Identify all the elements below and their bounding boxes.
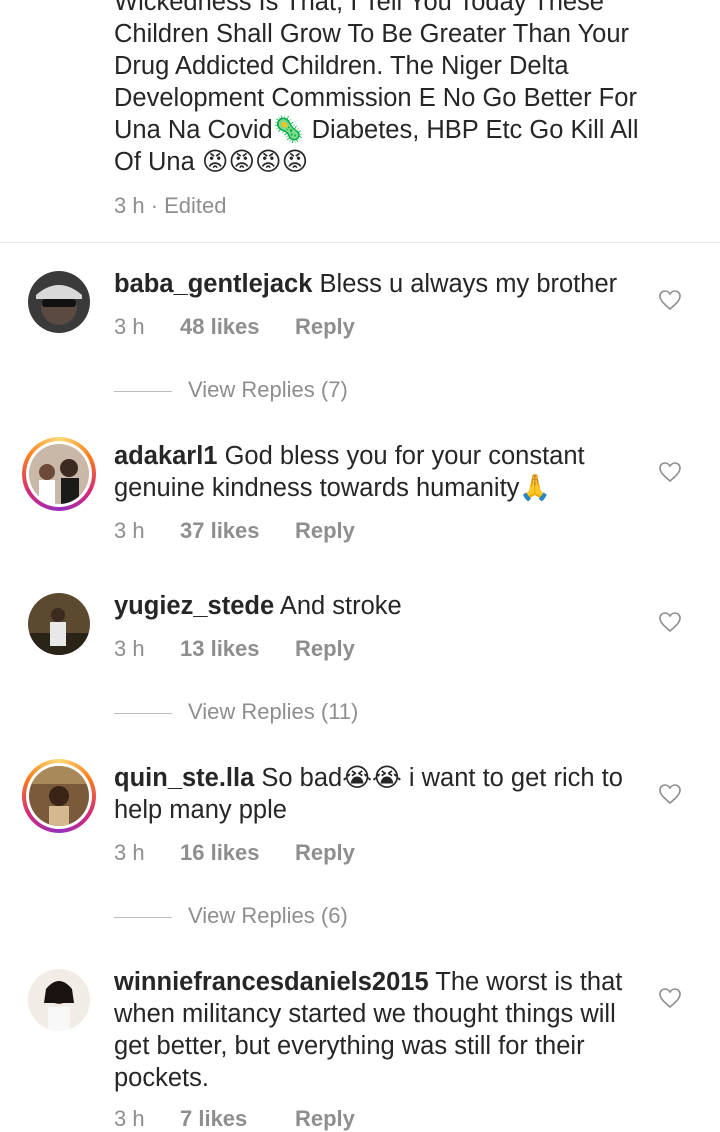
comment-likes[interactable]: 13 likes (180, 636, 295, 662)
view-replies-line (114, 390, 172, 392)
comment-username[interactable]: yugiez_stede (114, 592, 274, 620)
view-replies-label: View Replies (11) (188, 699, 359, 724)
heart-outline-icon[interactable] (658, 461, 682, 483)
comment-likes[interactable]: 37 likes (180, 518, 295, 544)
view-replies-label: View Replies (6) (188, 903, 348, 928)
comment-time: 3 h (114, 840, 145, 865)
reply-button[interactable]: Reply (295, 314, 355, 340)
comment-username[interactable]: winniefrancesdaniels2015 (114, 968, 429, 996)
comment-time: 3 h (114, 636, 145, 661)
heart-outline-icon[interactable] (658, 783, 682, 805)
comment-time: 3 h (114, 518, 145, 543)
heart-outline-icon[interactable] (658, 987, 682, 1009)
comment-likes[interactable]: 7 likes (180, 1106, 295, 1132)
caption-line: Wickedness Is That, I Tell You Today The… (114, 0, 604, 16)
comment-meta: 3 h 13 likes Reply (114, 636, 355, 662)
avatar[interactable] (28, 271, 90, 333)
view-replies-button[interactable]: View Replies (11) (114, 699, 358, 725)
comment-body: Bless u always my brother (319, 270, 618, 298)
comment-username[interactable]: quin_ste.lla (114, 764, 254, 792)
comment-body: And stroke (279, 592, 402, 620)
comment-time: 3 h (114, 314, 145, 339)
comment-text: winniefrancesdaniels2015 The worst is th… (114, 966, 644, 1094)
view-replies-line (114, 712, 172, 714)
caption-timestamp: 3 h · Edited (114, 193, 227, 218)
comment-username[interactable]: adakarl1 (114, 442, 218, 470)
caption-line: Drug Addicted Children. The Niger Delta (114, 52, 569, 80)
reply-button[interactable]: Reply (295, 1106, 355, 1132)
reply-button[interactable]: Reply (295, 518, 355, 544)
caption-line: Development Commission E No Go Better Fo… (114, 84, 637, 112)
caption-line: Of Una 😡😡😡😡 (114, 148, 309, 176)
comment-text: yugiez_stede And stroke (114, 590, 644, 622)
reply-button[interactable]: Reply (295, 840, 355, 866)
caption-divider (0, 242, 720, 243)
comment-time: 3 h (114, 1106, 145, 1131)
caption-line: Children Shall Grow To Be Greater Than Y… (114, 20, 630, 48)
avatar[interactable] (28, 593, 90, 655)
comment-likes[interactable]: 16 likes (180, 840, 295, 866)
avatar-story-ring[interactable] (22, 759, 96, 833)
view-replies-button[interactable]: View Replies (6) (114, 903, 348, 929)
comment-text: quin_ste.lla So bad😭😭 i want to get rich… (114, 762, 644, 826)
comment-text: baba_gentlejack Bless u always my brothe… (114, 268, 644, 300)
comment-meta: 3 h 7 likes Reply (114, 1106, 355, 1132)
post-caption: Wickedness Is That, I Tell You Today The… (114, 0, 684, 178)
comment-username[interactable]: baba_gentlejack (114, 270, 312, 298)
avatar-story-ring[interactable] (22, 437, 96, 511)
heart-outline-icon[interactable] (658, 611, 682, 633)
comment-meta: 3 h 37 likes Reply (114, 518, 355, 544)
comment-meta: 3 h 48 likes Reply (114, 314, 355, 340)
caption-line: Una Na Covid🦠 Diabetes, HBP Etc Go Kill … (114, 116, 639, 144)
comment-likes[interactable]: 48 likes (180, 314, 295, 340)
heart-outline-icon[interactable] (658, 289, 682, 311)
comment-meta: 3 h 16 likes Reply (114, 840, 355, 866)
view-replies-line (114, 916, 172, 918)
reply-button[interactable]: Reply (295, 636, 355, 662)
view-replies-label: View Replies (7) (188, 377, 348, 402)
avatar[interactable] (28, 969, 90, 1031)
comment-text: adakarl1 God bless you for your constant… (114, 440, 644, 504)
view-replies-button[interactable]: View Replies (7) (114, 377, 348, 403)
